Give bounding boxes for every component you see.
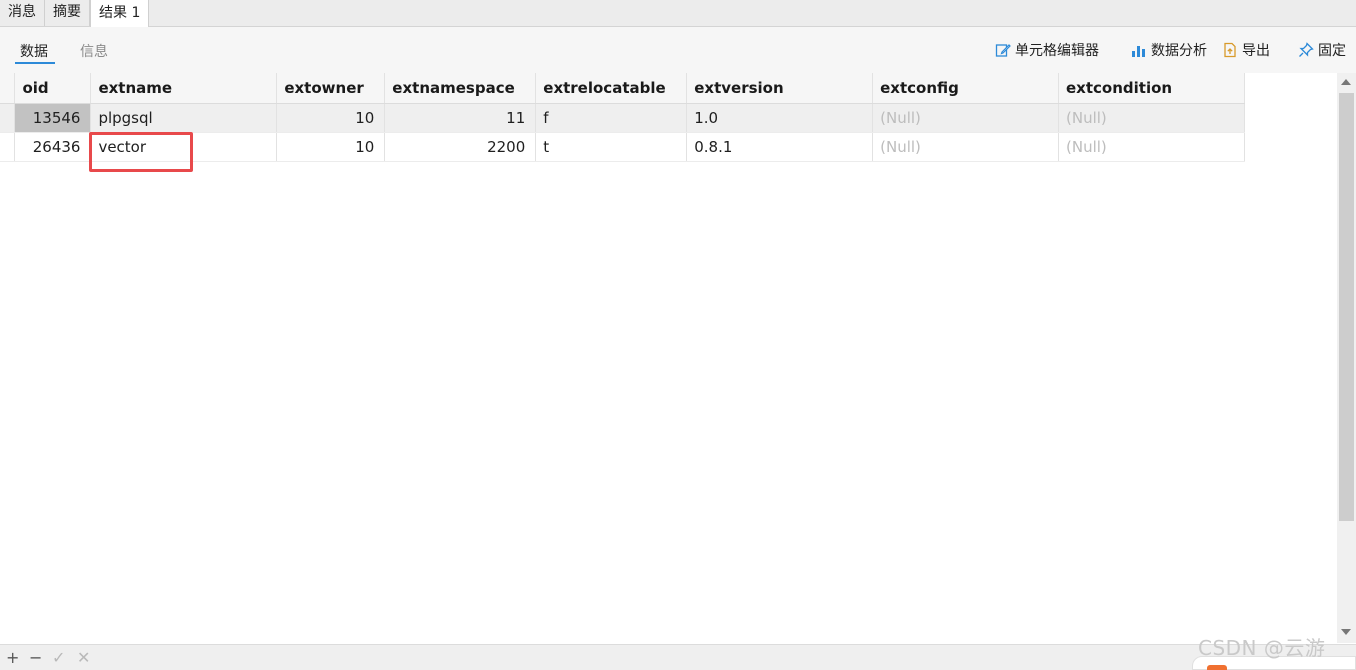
pin-label: 固定 [1318,43,1346,59]
scrollbar-thumb[interactable] [1339,93,1354,521]
subtab-info[interactable]: 信息 [80,41,108,61]
cell-extowner[interactable]: 10 [276,103,386,133]
scroll-up-arrow-icon[interactable] [1341,79,1351,85]
vertical-scrollbar[interactable] [1337,73,1356,643]
cell-extnamespace[interactable]: 2200 [384,132,537,162]
highlight-annotation-box [89,132,193,172]
cell-extconfig[interactable]: (Null) [872,103,1059,133]
cell-extnamespace[interactable]: 11 [384,103,537,133]
table-row[interactable]: 13546 plpgsql 10 11 f 1.0 (Null) (Null) [0,103,1245,133]
column-header-extowner[interactable]: extowner [276,73,386,104]
column-header-extname[interactable]: extname [90,73,278,104]
cell-extowner[interactable]: 10 [276,132,386,162]
column-header-extcondition[interactable]: extcondition [1058,73,1245,104]
cell-extrelocatable[interactable]: t [535,132,688,162]
active-subtab-indicator [15,62,55,64]
cell-extcondition[interactable]: (Null) [1058,132,1245,162]
cell-oid[interactable]: 13546 [14,103,92,133]
edit-icon [995,44,1011,57]
cell-extconfig[interactable]: (Null) [872,132,1059,162]
cell-extcondition[interactable]: (Null) [1058,103,1245,133]
bar-chart-icon [1132,46,1145,57]
cell-extversion[interactable]: 1.0 [686,103,874,133]
tab-summary[interactable]: 摘要 [45,0,90,26]
pin-icon [1299,42,1314,57]
pin-button[interactable]: 固定 [1298,40,1346,60]
apply-changes-button[interactable]: ✓ [52,648,65,667]
tab-result-1[interactable]: 结果 1 [90,0,150,27]
row-selector[interactable] [0,103,16,133]
discard-changes-button[interactable]: ✕ [77,648,90,667]
grid-header-row: oid extname extowner extnamespace extrel… [0,73,1245,104]
export-label: 导出 [1242,43,1270,59]
export-icon [1224,42,1236,58]
cell-extversion[interactable]: 0.8.1 [686,132,874,162]
cell-extname[interactable]: plpgsql [90,103,278,133]
data-analysis-button[interactable]: 数据分析 [1131,40,1207,60]
column-header-extconfig[interactable]: extconfig [872,73,1059,104]
row-selector[interactable] [0,132,16,162]
row-header-corner [0,73,16,104]
column-header-extversion[interactable]: extversion [686,73,874,104]
grid-bottom-bar: + − ✓ ✕ [0,644,1356,670]
column-header-extnamespace[interactable]: extnamespace [384,73,537,104]
widget-logo-icon [1207,665,1227,670]
column-header-extrelocatable[interactable]: extrelocatable [535,73,688,104]
result-toolbar: 数据 信息 单元格编辑器 数据分析 导出 固定 [0,27,1356,73]
delete-record-button[interactable]: − [29,648,42,667]
result-tabbar: 消息 摘要 结果 1 [0,0,1356,27]
cell-oid[interactable]: 26436 [14,132,92,162]
cell-editor-button[interactable]: 单元格编辑器 [995,40,1099,60]
add-record-button[interactable]: + [6,648,19,667]
data-analysis-label: 数据分析 [1151,43,1207,59]
cell-editor-label: 单元格编辑器 [1015,43,1099,59]
watermark: CSDN @云游 [1198,636,1326,660]
export-button[interactable]: 导出 [1222,40,1270,60]
tab-messages[interactable]: 消息 [0,0,45,26]
column-header-oid[interactable]: oid [14,73,92,104]
scroll-down-arrow-icon[interactable] [1341,629,1351,635]
subtab-data[interactable]: 数据 [20,41,48,61]
cell-extrelocatable[interactable]: f [535,103,688,133]
